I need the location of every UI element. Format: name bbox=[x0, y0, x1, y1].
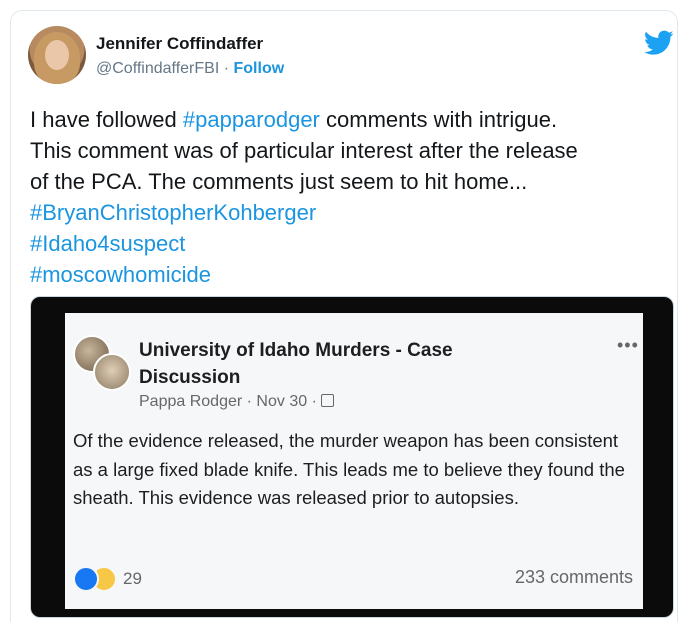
meta-separator: · bbox=[311, 393, 322, 410]
facebook-post-screenshot: University of Idaho Murders - Case Discu… bbox=[65, 313, 643, 609]
tweet-text-part: comments with intrigue. bbox=[319, 107, 558, 132]
author-avatar[interactable] bbox=[28, 26, 86, 84]
tweet-line-2: This comment was of particular interest … bbox=[30, 138, 578, 163]
poster-name: Pappa Rodger bbox=[139, 393, 243, 410]
group-avatar-photo-2 bbox=[93, 353, 131, 391]
avatar-face bbox=[45, 40, 69, 70]
handle-separator: · bbox=[223, 60, 230, 77]
tweet-line-1: I have followed #papparodger comments wi… bbox=[30, 104, 660, 135]
like-reaction-icon bbox=[73, 566, 99, 592]
hashtag-bryan-christopher-kohberger[interactable]: #BryanChristopherKohberger bbox=[30, 197, 660, 228]
hashtag-idaho4suspect[interactable]: #Idaho4suspect bbox=[30, 228, 660, 259]
reactions-summary: 29 bbox=[73, 566, 142, 592]
comments-count: 233 comments bbox=[514, 567, 633, 587]
meta-separator: · bbox=[246, 393, 257, 410]
post-date: Nov 30 bbox=[256, 393, 308, 410]
more-options-icon: ••• bbox=[617, 335, 639, 355]
author-name[interactable]: Jennifer Coffindaffer bbox=[96, 34, 263, 54]
attached-image[interactable]: University of Idaho Murders - Case Discu… bbox=[30, 296, 674, 618]
tweet-line-3: of the PCA. The comments just seem to hi… bbox=[30, 169, 528, 194]
audience-icon bbox=[321, 394, 335, 407]
author-handle-row: @CoffindafferFBI · Follow bbox=[96, 60, 284, 78]
post-meta: Pappa Rodger · Nov 30 · bbox=[139, 393, 335, 411]
follow-button[interactable]: Follow bbox=[234, 60, 285, 77]
tweet-text-part: I have followed bbox=[30, 107, 183, 132]
twitter-bird-icon[interactable] bbox=[644, 30, 674, 56]
author-handle[interactable]: @CoffindafferFBI bbox=[96, 60, 219, 77]
group-avatar bbox=[73, 335, 131, 391]
hashtag-moscowhomicide[interactable]: #moscowhomicide bbox=[30, 259, 660, 290]
hashtag-papparodger[interactable]: #papparodger bbox=[183, 107, 320, 132]
group-title: University of Idaho Murders - Case Discu… bbox=[139, 340, 453, 388]
reaction-count: 29 bbox=[123, 569, 142, 588]
tweet-body: I have followed #papparodger comments wi… bbox=[30, 104, 660, 290]
post-body: Of the evidence released, the murder wea… bbox=[73, 430, 625, 508]
